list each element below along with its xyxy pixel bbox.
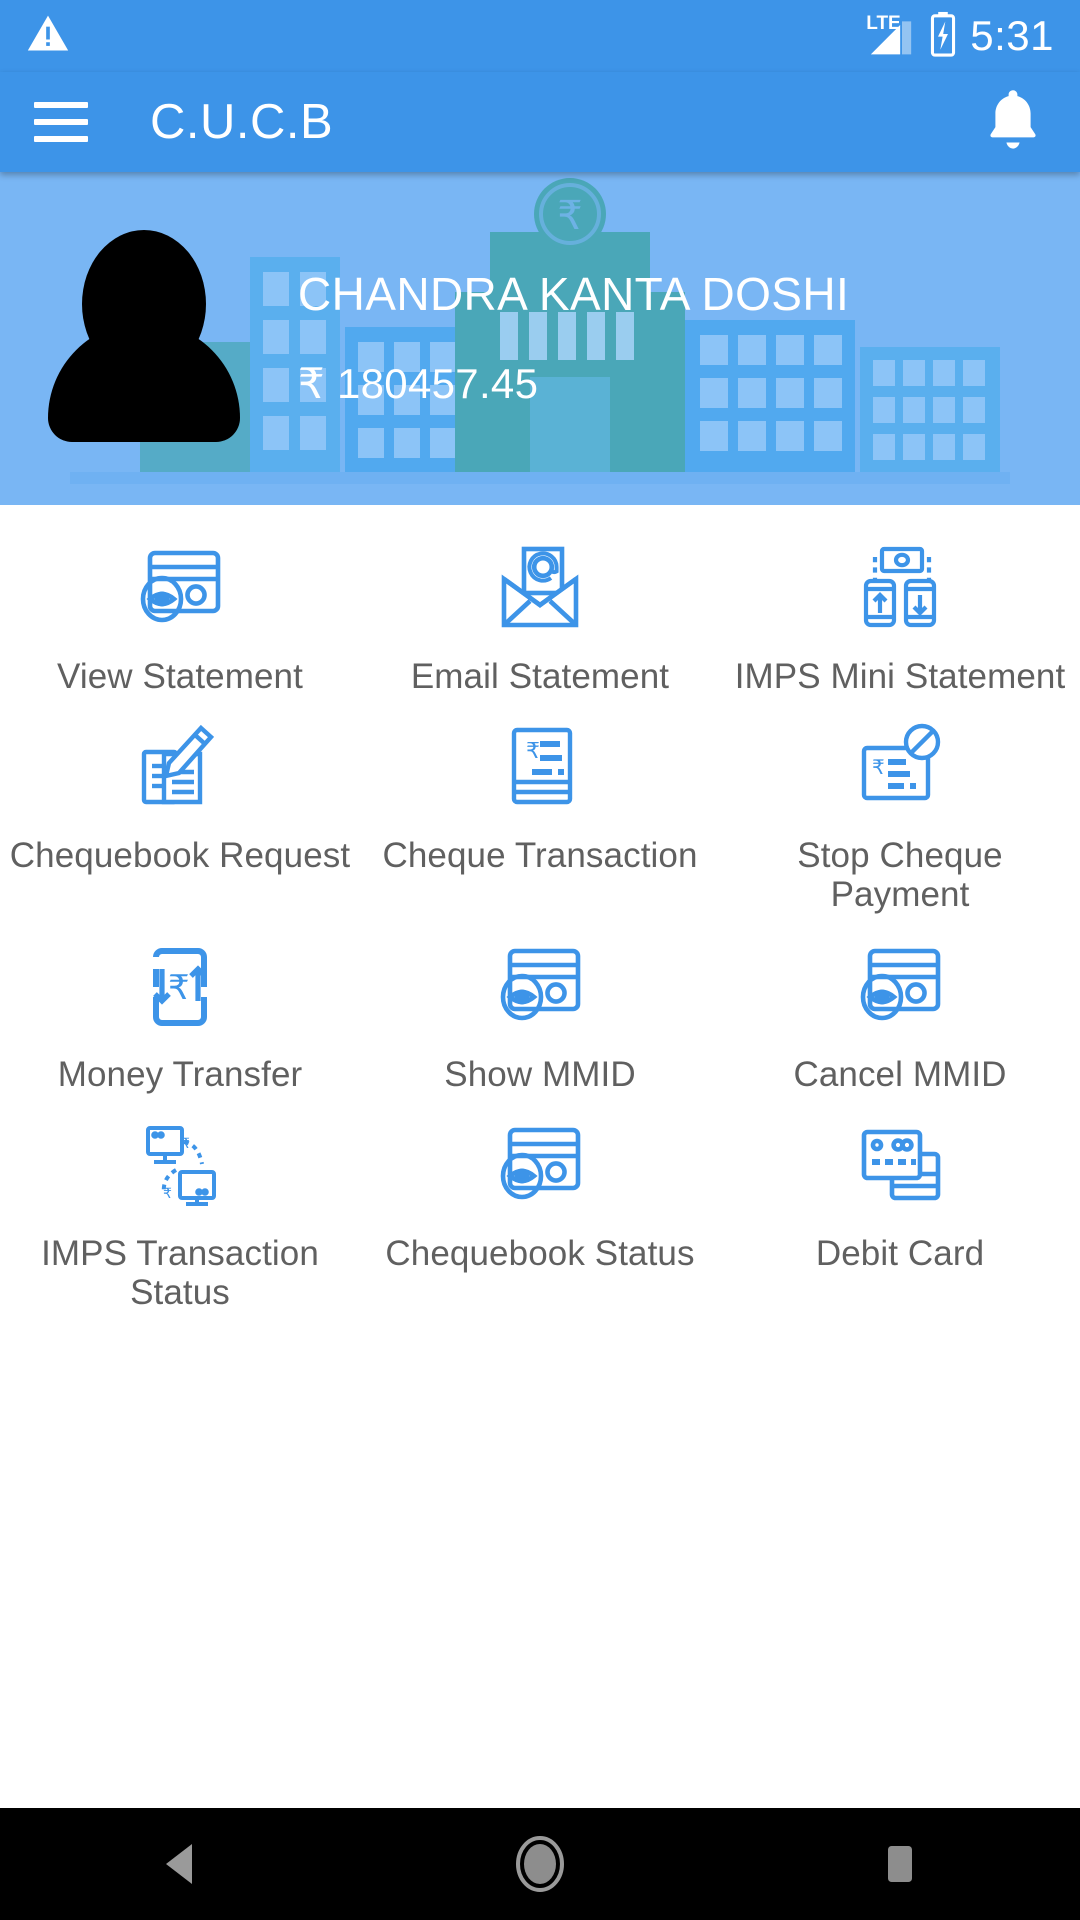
monitors-transfer-icon: ₹ ₹ [128, 1114, 232, 1218]
menu-tile-cheque-transaction[interactable]: ₹ Cheque Transaction [360, 702, 720, 920]
menu-tile-debit-card[interactable]: Debit Card [720, 1100, 1080, 1318]
envelope-at-icon [488, 537, 592, 641]
back-triangle-icon[interactable] [110, 1808, 250, 1920]
menu-tile-imps-transaction-status[interactable]: ₹ ₹ IMPS Transaction Status [0, 1100, 360, 1318]
account-hero-banner: ₹ CHANDRA KANTA DOSHI ₹ 180457.45 [0, 172, 1080, 505]
clock-time: 5:31 [970, 12, 1054, 59]
user-avatar-icon [48, 224, 240, 454]
card-eye-icon [488, 935, 592, 1039]
warning-triangle-icon [26, 12, 70, 61]
status-bar: LTE 5:31 [0, 0, 1080, 72]
menu-tile-label: Cheque Transaction [382, 836, 698, 876]
home-circle-icon[interactable] [470, 1808, 610, 1920]
svg-text:₹: ₹ [163, 1186, 172, 1202]
menu-tile-label: IMPS Transaction Status [41, 1233, 319, 1312]
phone-rupee-arrows-icon: ₹ [128, 935, 232, 1039]
menu-tile-label: Debit Card [815, 1233, 985, 1273]
bell-icon[interactable] [980, 84, 1046, 161]
svg-text:₹: ₹ [181, 1136, 190, 1152]
card-eye-icon [488, 1114, 592, 1218]
menu-tile-label: Chequebook Request [9, 836, 351, 876]
menu-tile-view-statement[interactable]: View Statement [0, 523, 360, 702]
avatar-body [48, 321, 240, 442]
menu-tile-label: Cancel MMID [793, 1054, 1007, 1094]
status-bar-right: LTE 5:31 [866, 11, 1054, 62]
hamburger-line [34, 119, 88, 125]
hamburger-line [34, 102, 88, 108]
account-balance: ₹ 180457.45 [298, 360, 539, 408]
card-eye-icon [848, 935, 952, 1039]
hero-content: CHANDRA KANTA DOSHI ₹ 180457.45 [0, 172, 1080, 505]
signal-bars-icon: LTE [866, 14, 916, 58]
recents-square-icon[interactable] [830, 1808, 970, 1920]
imps-transfer-icon [848, 537, 952, 641]
menu-tile-email-statement[interactable]: Email Statement [360, 523, 720, 702]
menu-tile-label: Stop Cheque Payment [797, 836, 1003, 915]
account-holder-name: CHANDRA KANTA DOSHI [298, 267, 850, 320]
svg-text:₹: ₹ [526, 739, 540, 764]
battery-charging-icon [928, 11, 958, 62]
menu-tile-label: IMPS Mini Statement [734, 657, 1066, 696]
two-cards-icon [848, 1114, 952, 1218]
menu-tile-label: Email Statement [410, 657, 670, 696]
hamburger-menu-icon[interactable] [34, 102, 88, 142]
network-type-label: LTE [866, 13, 901, 34]
svg-text:₹: ₹ [872, 755, 885, 779]
menu-tile-label: Money Transfer [57, 1054, 303, 1094]
menu-tile-label: Show MMID [444, 1054, 636, 1094]
menu-tile-imps-mini-statement[interactable]: IMPS Mini Statement [720, 523, 1080, 702]
status-bar-left [26, 12, 70, 61]
menu-tile-label: View Statement [57, 657, 303, 696]
menu-tile-label: Chequebook Status [385, 1233, 695, 1273]
menu-tile-money-transfer[interactable]: ₹ Money Transfer [0, 921, 360, 1100]
account-summary: CHANDRA KANTA DOSHI ₹ 180457.45 [298, 269, 849, 409]
card-eye-icon [128, 537, 232, 641]
app-bar: C.U.C.B [0, 72, 1080, 172]
app-title: C.U.C.B [150, 95, 334, 149]
hamburger-line [34, 136, 88, 142]
menu-tile-chequebook-request[interactable]: Chequebook Request [0, 702, 360, 920]
menu-tile-chequebook-status[interactable]: Chequebook Status [360, 1100, 720, 1318]
menu-tile-cancel-mmid[interactable]: Cancel MMID [720, 921, 1080, 1100]
android-navigation-bar [0, 1808, 1080, 1920]
menu-tile-show-mmid[interactable]: Show MMID [360, 921, 720, 1100]
pen-documents-icon [128, 716, 232, 820]
cheque-blocked-icon: ₹ [848, 716, 952, 820]
cheque-icon: ₹ [488, 716, 592, 820]
menu-tile-stop-cheque-payment[interactable]: ₹ Stop Cheque Payment [720, 702, 1080, 920]
svg-text:₹: ₹ [168, 968, 190, 1008]
service-menu-grid: View Statement Email Statement IMPS Mini… [0, 505, 1080, 1319]
